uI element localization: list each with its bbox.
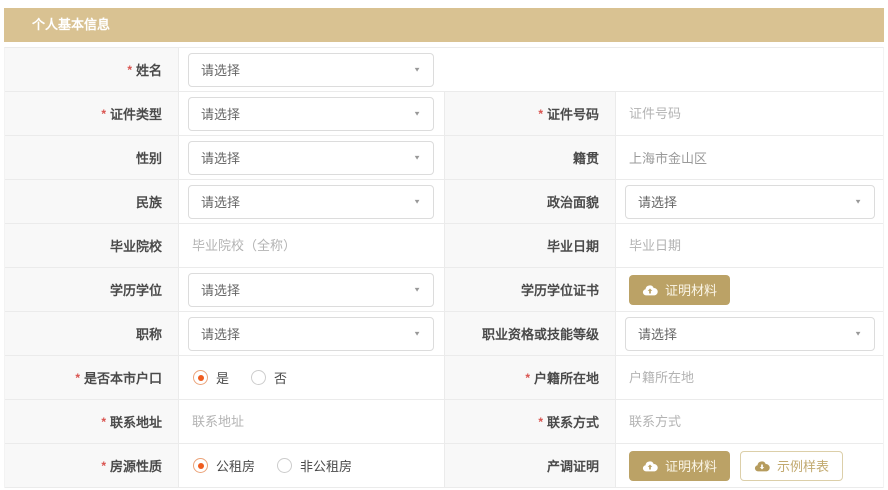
chevron-down-icon: ▼ (413, 65, 421, 74)
form-row-graduation: 毕业院校 毕业日期 (5, 224, 883, 268)
contact-method-label: * 联系方式 (444, 400, 616, 443)
gender-select[interactable]: 请选择 ▼ (188, 140, 434, 175)
radio-icon (193, 370, 208, 385)
household-location-input[interactable] (625, 370, 855, 385)
cloud-download-icon (754, 460, 770, 472)
form-row-ethnicity: 民族 请选择 ▼ 政治面貌 请选择 ▼ (5, 180, 883, 224)
required-marker: * (101, 458, 106, 473)
name-label: * 姓名 (5, 48, 179, 91)
required-marker: * (525, 370, 530, 385)
household-location-label: * 户籍所在地 (444, 356, 616, 399)
job-title-select[interactable]: 请选择 ▼ (188, 316, 434, 351)
political-status-label: 政治面貌 (444, 180, 616, 223)
contact-address-label: * 联系地址 (5, 400, 179, 443)
radio-icon (193, 458, 208, 473)
chevron-down-icon: ▼ (413, 285, 421, 294)
degree-certificate-upload-button[interactable]: 证明材料 (629, 274, 731, 305)
radio-icon (277, 458, 293, 473)
radio-option-no[interactable]: 否 (251, 368, 287, 387)
id-type-label: * 证件类型 (5, 92, 179, 135)
required-marker: * (101, 106, 106, 121)
ethnicity-label: 民族 (5, 180, 179, 223)
native-place-label: 籍贯 (444, 136, 616, 179)
local-household-label: * 是否本市户口 (5, 356, 179, 399)
cloud-upload-icon (642, 460, 658, 472)
degree-certificate-label: 学历学位证书 (444, 268, 616, 311)
required-marker: * (538, 106, 543, 121)
contact-address-input[interactable] (188, 414, 418, 429)
required-marker: * (127, 62, 132, 77)
radio-option-public-rental[interactable]: 公租房 (193, 456, 255, 475)
required-marker: * (101, 414, 106, 429)
native-place-input[interactable] (625, 150, 855, 165)
property-certificate-label: 产调证明 (444, 444, 616, 487)
radio-option-non-public-rental[interactable]: 非公租房 (277, 456, 352, 475)
chevron-down-icon: ▼ (413, 329, 421, 338)
name-select[interactable]: 请选择 ▼ (188, 52, 434, 87)
form-row-id: * 证件类型 请选择 ▼ * 证件号码 (5, 92, 883, 136)
chevron-down-icon: ▼ (413, 153, 421, 162)
education-degree-select[interactable]: 请选择 ▼ (188, 272, 434, 307)
required-marker: * (538, 414, 543, 429)
personal-info-form: * 姓名 请选择 ▼ * 证件类型 请选择 ▼ * 证件号码 证件号码 性别 请… (4, 47, 884, 488)
id-type-select[interactable]: 请选择 ▼ (188, 96, 434, 131)
form-row-housing: * 房源性质 公租房 非公租房 产调证明 证明材料 示例样表 (5, 444, 883, 488)
chevron-down-icon: ▼ (854, 329, 862, 338)
form-row-name: * 姓名 请选择 ▼ (5, 48, 883, 92)
housing-type-radio-group: 公租房 非公租房 (188, 456, 352, 475)
vocational-level-select[interactable]: 请选择 ▼ (625, 316, 875, 351)
education-degree-label: 学历学位 (5, 268, 179, 311)
panel-title: 个人基本信息 (4, 8, 884, 42)
job-title-label: 职称 (5, 312, 179, 355)
political-status-select[interactable]: 请选择 ▼ (625, 184, 875, 219)
gender-label: 性别 (5, 136, 179, 179)
required-marker: * (75, 370, 80, 385)
radio-option-yes[interactable]: 是 (193, 368, 229, 387)
ethnicity-select[interactable]: 请选择 ▼ (188, 184, 434, 219)
form-row-contact: * 联系地址 * 联系方式 (5, 400, 883, 444)
id-number-input[interactable] (625, 106, 855, 121)
graduation-date-input[interactable] (625, 238, 855, 253)
graduation-school-input[interactable] (188, 238, 418, 253)
contact-method-input[interactable] (625, 414, 855, 429)
form-row-degree: 学历学位 请选择 ▼ 学历学位证书 证明材料 (5, 268, 883, 312)
form-row-household: * 是否本市户口 是 否 * 户籍所在地 户籍所在地 (5, 356, 883, 400)
empty-cell (445, 48, 883, 91)
form-row-title: 职称 请选择 ▼ 职业资格或技能等级 请选择 ▼ (5, 312, 883, 356)
chevron-down-icon: ▼ (413, 197, 421, 206)
chevron-down-icon: ▼ (413, 109, 421, 118)
local-household-radio-group: 是 否 (188, 368, 287, 387)
chevron-down-icon: ▼ (854, 197, 862, 206)
cloud-upload-icon (642, 284, 658, 296)
radio-icon (251, 370, 267, 385)
personal-info-panel: 个人基本信息 * 姓名 请选择 ▼ * 证件类型 请选择 ▼ * 证件号码 证件… (4, 8, 884, 488)
graduation-school-label: 毕业院校 (5, 224, 179, 267)
sample-form-button[interactable]: 示例样表 (740, 450, 844, 481)
graduation-date-label: 毕业日期 (444, 224, 616, 267)
vocational-level-label: 职业资格或技能等级 (444, 312, 616, 355)
property-certificate-upload-button[interactable]: 证明材料 (629, 450, 731, 481)
form-row-gender: 性别 请选择 ▼ 籍贯 (5, 136, 883, 180)
housing-type-label: * 房源性质 (5, 444, 179, 487)
id-number-label: * 证件号码 (444, 92, 616, 135)
